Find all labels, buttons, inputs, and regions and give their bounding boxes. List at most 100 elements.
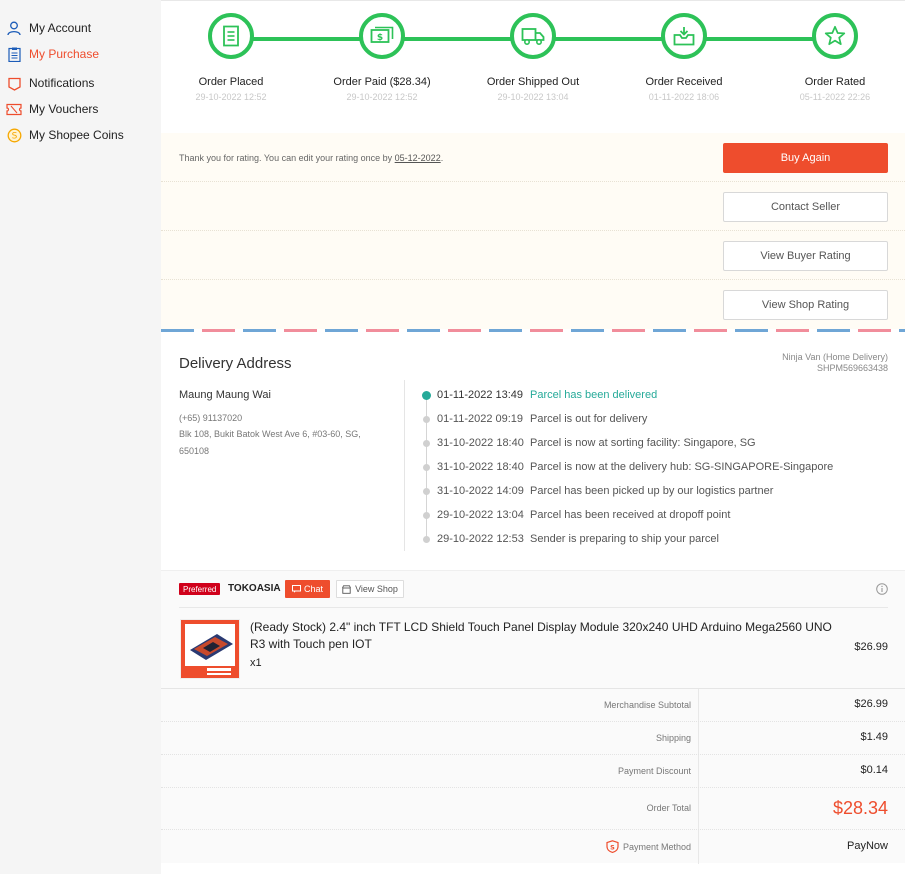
step-title: Order Paid ($28.34) <box>333 76 431 88</box>
payment-method-label: Payment Method <box>622 842 691 852</box>
view-buyer-rating-button[interactable]: View Buyer Rating <box>723 241 888 271</box>
summary-row: Order Total $28.34 <box>161 788 905 830</box>
recipient-name: Maung Maung Wai <box>179 389 271 401</box>
buy-again-button[interactable]: Buy Again <box>723 143 888 173</box>
timeline-dot <box>423 535 430 543</box>
chat-icon <box>291 585 301 593</box>
step-order-rated: Order Rated 05-11-2022 22:26 <box>765 13 905 102</box>
contact-seller-button[interactable]: Contact Seller <box>723 192 888 222</box>
view-shop-rating-button[interactable]: View Shop Rating <box>723 290 888 320</box>
star-icon <box>812 13 858 59</box>
vertical-divider <box>404 380 405 551</box>
tracking-event: 31-10-2022 18:40 Parcel is now at the de… <box>423 460 833 474</box>
summary-row: Shipping $1.49 <box>161 722 905 755</box>
shop-icon <box>342 584 351 594</box>
courier-info: Ninja Van (Home Delivery) SHPM569663438 <box>782 352 888 374</box>
event-time: 31-10-2022 18:40 <box>437 461 524 473</box>
summary-row: S Payment Method PayNow <box>161 830 905 864</box>
order-actions: Thank you for rating. You can edit your … <box>161 133 905 329</box>
event-time: 01-11-2022 13:49 <box>437 389 524 401</box>
merchandise-subtotal-value: $26.99 <box>854 698 888 710</box>
product-thumbnail[interactable] <box>180 619 240 679</box>
preferred-badge: Preferred <box>179 583 221 595</box>
order-summary: Merchandise Subtotal $26.99 Shipping $1.… <box>161 688 905 864</box>
sidebar-item-my-purchase[interactable]: My Purchase <box>6 43 99 65</box>
tracking-event: 29-10-2022 13:04 Parcel has been receive… <box>423 508 730 522</box>
sidebar: My Account My Purchase Notifications My … <box>0 0 160 874</box>
shipping-value: $1.49 <box>860 731 888 743</box>
bell-icon <box>6 75 22 91</box>
rating-note-end: . <box>440 153 444 163</box>
shop-section: Preferred TOKOASIA Chat View Shop (Ready… <box>161 570 905 688</box>
delivery-title: Delivery Address <box>179 355 292 372</box>
step-title: Order Shipped Out <box>486 76 580 88</box>
order-total-value: $28.34 <box>832 798 888 818</box>
step-time: 05-11-2022 22:26 <box>799 92 871 102</box>
svg-text:S: S <box>610 843 615 851</box>
action-row: View Buyer Rating <box>161 231 905 280</box>
action-row: View Shop Rating <box>161 280 905 329</box>
timeline-dot <box>423 415 430 423</box>
info-icon[interactable] <box>876 582 888 600</box>
step-title: Order Rated <box>804 76 866 88</box>
action-row: Contact Seller <box>161 182 905 231</box>
step-time: 29-10-2022 12:52 <box>195 92 267 102</box>
sidebar-item-notifications[interactable]: Notifications <box>6 72 94 94</box>
receipt-icon <box>208 13 254 59</box>
sidebar-item-label: Notifications <box>29 76 95 90</box>
truck-icon <box>510 13 556 59</box>
event-desc: Parcel has been delivered <box>530 389 658 401</box>
payment-discount-value: $0.14 <box>860 764 888 776</box>
sidebar-item-label: My Vouchers <box>29 102 99 116</box>
address-line: Blk 108, Bukit Batok West Ave 6, #03-60,… <box>179 429 361 439</box>
step-order-placed: Order Placed 29-10-2022 12:52 <box>161 13 301 102</box>
chat-label: Chat <box>303 584 323 594</box>
user-icon <box>6 20 22 36</box>
column-divider <box>698 689 699 721</box>
shield-icon: S <box>606 840 619 858</box>
summary-row: Payment Discount $0.14 <box>161 755 905 788</box>
voucher-icon <box>6 101 22 117</box>
action-row: Thank you for rating. You can edit your … <box>161 133 905 182</box>
divider <box>179 607 888 608</box>
timeline-dot <box>422 390 431 400</box>
sidebar-item-my-vouchers[interactable]: My Vouchers <box>6 98 98 120</box>
event-desc: Sender is preparing to ship your parcel <box>530 533 719 545</box>
payment-discount-label: Payment Discount <box>617 766 691 776</box>
event-time: 29-10-2022 13:04 <box>437 509 524 521</box>
event-time: 29-10-2022 12:53 <box>437 533 524 545</box>
tracking-number: SHPM569663438 <box>816 363 888 373</box>
product-price: $26.99 <box>854 641 888 653</box>
step-title: Order Received <box>645 76 723 88</box>
sidebar-item-my-shopee-coins[interactable]: S My Shopee Coins <box>6 124 124 146</box>
product-name[interactable]: (Ready Stock) 2.4" inch TFT LCD Shield T… <box>250 619 850 653</box>
chat-button[interactable]: Chat <box>285 580 330 598</box>
coin-icon: S <box>6 127 22 143</box>
step-time: 29-10-2022 13:04 <box>497 92 569 102</box>
event-desc: Parcel has been picked up by our logisti… <box>530 485 774 497</box>
timeline-dot <box>423 511 430 519</box>
money-icon: $ <box>359 13 405 59</box>
event-time: 01-11-2022 09:19 <box>437 413 524 425</box>
tracking-event: 29-10-2022 12:53 Sender is preparing to … <box>423 532 719 546</box>
svg-text:S: S <box>11 131 17 141</box>
event-desc: Parcel has been received at dropoff poin… <box>530 509 731 521</box>
recipient-phone: (+65) 91137020 <box>179 413 243 423</box>
svg-text:$: $ <box>377 33 383 43</box>
delivery-section: Delivery Address Ninja Van (Home Deliver… <box>161 332 905 570</box>
rating-deadline: 05-12-2022 <box>394 153 441 163</box>
step-time: 01-11-2022 18:06 <box>648 92 720 102</box>
tracking-event: 01-11-2022 09:19 Parcel is out for deliv… <box>423 412 647 426</box>
event-time: 31-10-2022 18:40 <box>437 437 524 449</box>
sidebar-item-label: My Account <box>29 21 92 35</box>
timeline-dot <box>423 439 430 447</box>
sidebar-item-my-account[interactable]: My Account <box>6 17 91 39</box>
tracking-event: 31-10-2022 18:40 Parcel is now at sortin… <box>423 436 756 450</box>
step-order-shipped-out: Order Shipped Out 29-10-2022 13:04 <box>463 13 603 102</box>
column-divider <box>698 755 699 787</box>
view-shop-button[interactable]: View Shop <box>336 580 404 598</box>
step-time: 29-10-2022 12:52 <box>346 92 418 102</box>
column-divider <box>698 830 699 864</box>
event-desc: Parcel is out for delivery <box>530 413 648 425</box>
shop-name[interactable]: TOKOASIA <box>228 583 281 594</box>
